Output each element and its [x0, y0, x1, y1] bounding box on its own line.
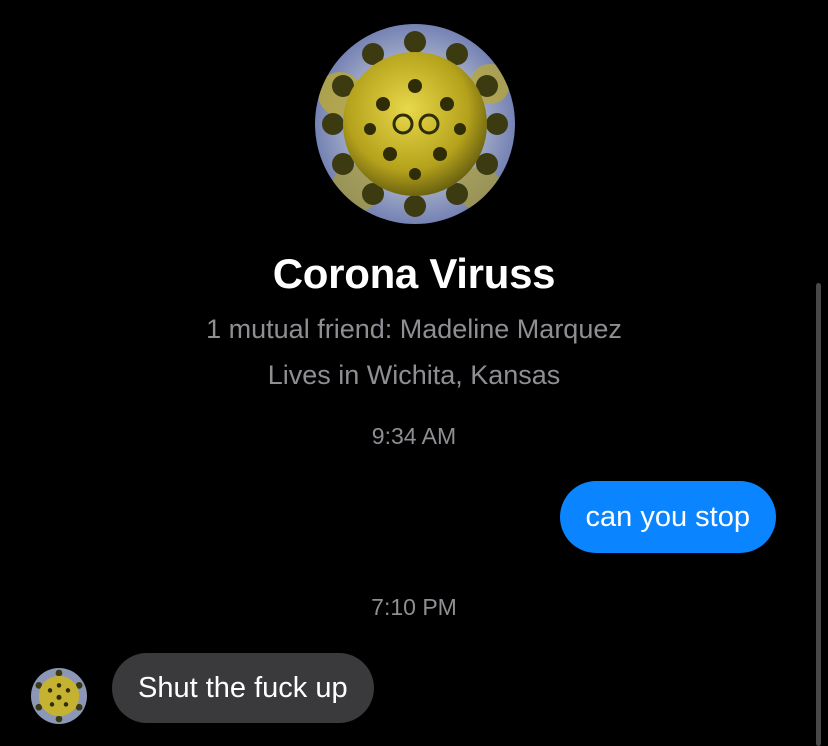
message-timestamp: 9:34 AM: [371, 423, 457, 449]
outgoing-message-bubble[interactable]: can you stop: [559, 481, 776, 553]
incoming-message-bubble[interactable]: Shut the fuck up: [112, 653, 374, 723]
profile-avatar[interactable]: [315, 24, 515, 224]
coronavirus-avatar-icon: [315, 24, 515, 224]
sender-avatar[interactable]: [31, 668, 87, 724]
location-text: Lives in Wichita, Kansas: [267, 360, 561, 390]
coronavirus-avatar-icon: [31, 668, 87, 724]
message-timestamp: 7:10 PM: [371, 594, 457, 620]
scrollbar[interactable]: [816, 283, 821, 746]
mutual-friends-text[interactable]: 1 mutual friend: Madeline Marquez: [0, 314, 828, 345]
profile-name: Corona Viruss: [272, 250, 556, 297]
